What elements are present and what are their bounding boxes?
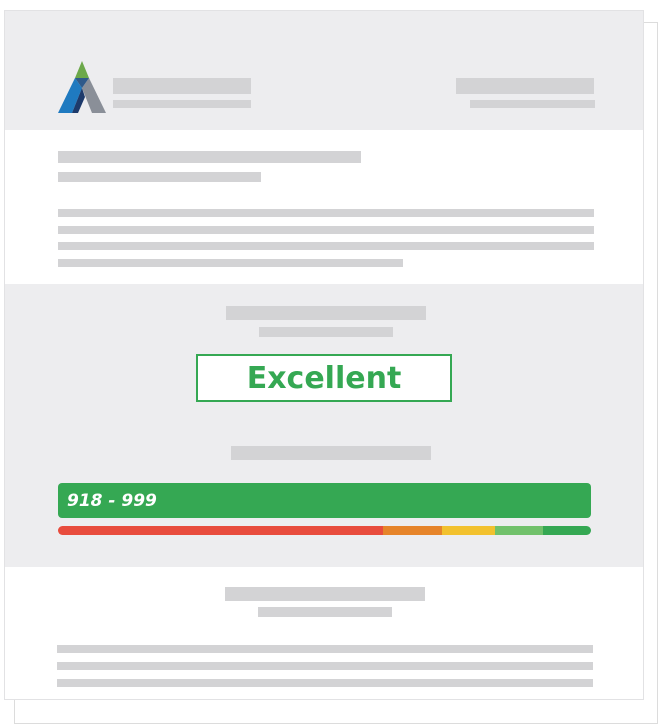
score-spectrum-bar <box>58 526 591 535</box>
intro-section <box>5 130 643 284</box>
spectrum-segment-2 <box>383 526 442 535</box>
credit-report-document: Excellent 918 - 999 <box>4 10 644 700</box>
rating-label: Excellent <box>246 360 402 396</box>
score-section: Excellent 918 - 999 <box>5 284 643 567</box>
intro-paragraph-line <box>58 242 594 250</box>
report-header <box>5 11 643 130</box>
score-heading-placeholder <box>226 306 426 320</box>
report-id-placeholder <box>470 100 595 108</box>
greeting-placeholder <box>58 151 361 163</box>
details-heading-placeholder <box>225 587 425 601</box>
details-paragraph-line <box>57 645 593 653</box>
rating-badge: Excellent <box>196 354 452 402</box>
intro-paragraph-line <box>58 259 403 267</box>
details-subheading-placeholder <box>258 607 392 617</box>
report-date-placeholder <box>456 78 594 94</box>
intro-paragraph-line <box>58 226 594 234</box>
mountain-logo-icon <box>58 61 106 113</box>
score-range-label: 918 - 999 <box>67 490 157 511</box>
score-caption-placeholder <box>231 446 431 460</box>
intro-paragraph-line <box>58 209 594 217</box>
details-section <box>5 567 643 699</box>
score-subheading-placeholder <box>259 327 393 337</box>
spectrum-segment-5 <box>543 526 591 535</box>
greeting-subline-placeholder <box>58 172 261 182</box>
score-range-bar: 918 - 999 <box>58 483 591 518</box>
spectrum-segment-1 <box>58 526 384 535</box>
company-name-placeholder <box>113 78 251 94</box>
spectrum-segment-3 <box>441 526 496 535</box>
company-tagline-placeholder <box>113 100 251 108</box>
spectrum-segment-4 <box>495 526 544 535</box>
details-paragraph-line <box>57 662 593 670</box>
